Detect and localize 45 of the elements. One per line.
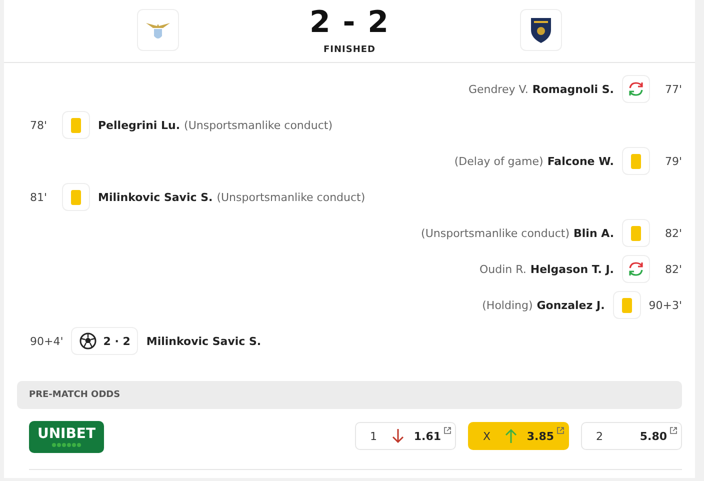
goal-score: 2 · 2 [103,334,130,348]
event-minute: 77' [664,82,682,96]
up-arrow-icon [505,428,517,444]
odds-button[interactable]: 1 1.61 [355,422,456,450]
player-name: Pellegrini Lu. [98,118,180,132]
event-minute: 82' [664,226,682,240]
booking-card-icon [71,190,81,204]
event-detail: (Holding) [482,298,533,312]
booking-card-icon [631,226,641,240]
player-name: Milinkovic Savic S. [98,190,213,204]
match-status: FINISHED [323,45,376,55]
player-name: Gonzalez J. [536,298,605,312]
event-minute: 81' [30,190,48,204]
event-minute: 90+3' [648,298,682,312]
event-detail: Oudin R. [479,262,526,276]
event-detail: Gendrey V. [468,82,528,96]
event-minute: 90+4' [30,334,64,348]
player-name: Milinkovic Savic S. [146,334,262,348]
event-minute: 82' [664,262,682,276]
event-minute: 79' [664,154,682,168]
section-header: PRE-MATCH ODDS [17,381,682,409]
booking-card-icon [622,298,632,312]
event-detail: (Unsportsmanlike conduct) [216,190,366,204]
bookmaker-logo[interactable]: UNIBET [29,421,104,453]
external-link-icon [444,427,451,434]
swap-arrows-icon [627,81,645,97]
odds-button[interactable]: X 3.85 [468,422,569,450]
event-detail: (Unsportsmanlike conduct) [421,226,570,240]
booking-card-icon [71,118,81,132]
player-name: Falcone W. [547,154,614,168]
external-link-icon [557,427,564,434]
odds-button[interactable]: 2 5.80 [581,422,682,450]
booking-card-icon [631,154,641,168]
ball-icon [79,332,98,350]
shield-crest-icon [528,16,553,44]
event-detail: (Unsportsmanlike conduct) [184,118,333,132]
match-score: 2 - 2 [309,4,390,42]
player-name: Helgason T. J. [530,262,614,276]
external-link-icon [670,427,677,434]
event-minute: 78' [30,118,48,132]
swap-arrows-icon [627,261,645,277]
event-detail: (Delay of game) [454,154,544,168]
player-name: Blin A. [574,226,614,240]
player-name: Romagnoli S. [532,82,614,96]
down-arrow-icon [392,428,404,444]
